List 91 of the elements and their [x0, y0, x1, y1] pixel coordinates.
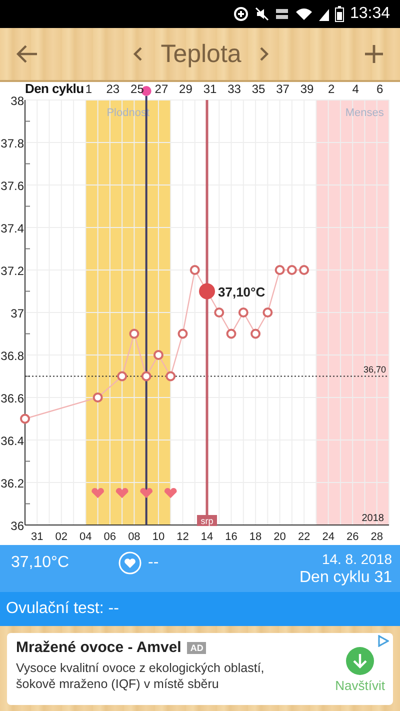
data-point	[214, 308, 224, 318]
x-tick-label: 10	[152, 531, 165, 543]
date-label: 14. 8. 2018	[322, 551, 392, 567]
x-tick-label: 08	[128, 531, 140, 543]
data-point	[299, 265, 310, 275]
download-icon	[346, 647, 374, 675]
band-label: Menses	[345, 107, 384, 119]
data-point	[226, 328, 236, 339]
data-point	[274, 265, 285, 275]
data-point	[117, 371, 128, 382]
heart-icon	[92, 488, 104, 498]
x-tick-label: 26	[346, 531, 359, 543]
data-point	[286, 265, 297, 275]
signal-icon	[318, 7, 329, 21]
y-tick-label: 37.8	[0, 136, 24, 150]
heart-icon	[140, 488, 152, 498]
chevron-right-icon	[259, 46, 270, 62]
plus-icon	[364, 44, 384, 64]
cycle-day-label: 23	[106, 82, 120, 96]
y-tick-label: 37.2	[0, 264, 24, 278]
ref-line-label: srp	[200, 516, 214, 526]
x-tick-label: 02	[55, 531, 68, 543]
y-tick-label: 37.6	[0, 179, 24, 193]
x-tick-label: 24	[322, 531, 334, 543]
intercourse-value: --	[148, 554, 159, 572]
x-tick-label: 14	[200, 531, 214, 543]
y-tick-label: 36.4	[0, 434, 24, 448]
selected-value: 37,10°C	[218, 284, 266, 300]
cycle-day-label: 1	[85, 82, 92, 96]
ad-card[interactable]: Mražené ovoce - Amvel AD Vysoce kvalitní ovoce z ekologických oblastí, šokově mraženo (IQF) v místě sběru Navštívit	[7, 633, 393, 705]
temperature-value: 37,10°C	[11, 554, 70, 572]
y-tick-label: 37	[10, 306, 24, 320]
x-tick-label: 16	[225, 531, 238, 543]
cycle-day-label: 2	[328, 82, 335, 96]
data-point	[238, 308, 248, 318]
y-tick-label: 36	[10, 519, 24, 533]
mute-icon	[254, 7, 269, 21]
data-point	[141, 371, 152, 382]
battery-icon	[334, 6, 344, 22]
x-tick-label: 04	[80, 531, 92, 543]
y-tick-label: 36.8	[0, 349, 24, 363]
wifi-icon	[294, 7, 313, 21]
data-point	[92, 392, 103, 402]
ovulation-test: Ovulační test: --	[6, 600, 119, 618]
cycle-day-label: 25	[130, 82, 144, 96]
x-tick-label: 31	[31, 531, 44, 543]
cycle-day-label: 29	[179, 82, 192, 96]
selected-point	[199, 283, 215, 300]
data-point	[178, 328, 188, 339]
chevron-left-icon	[132, 46, 143, 62]
cycle-day-label: 37	[276, 82, 290, 96]
data-point	[166, 371, 176, 382]
cycle-day-label: 33	[228, 82, 241, 96]
sync-icon	[232, 6, 249, 22]
x-tick-label: 28	[370, 531, 383, 543]
heart-icon	[164, 488, 177, 498]
y-tick-label: 36.2	[0, 476, 24, 490]
month-badge: srp	[197, 515, 217, 526]
x-tick-label: 18	[249, 531, 262, 543]
ad-title: Mražené ovoce - Amvel	[16, 639, 182, 656]
lte-icon	[274, 7, 289, 21]
cycle-day-label: 6	[376, 82, 384, 96]
screen-title: Teplota	[160, 40, 242, 68]
y-tick-label: 36.6	[0, 392, 24, 406]
x-tick-label: 22	[298, 531, 310, 543]
data-point	[250, 328, 261, 339]
cycle-axis-title: Den cyklu	[25, 82, 84, 96]
cycle-day-label: 27	[154, 82, 168, 96]
cycle-day: Den cyklu 31	[300, 569, 392, 587]
clock: 13:34	[350, 5, 390, 23]
data-point	[20, 414, 30, 424]
data-point	[153, 350, 164, 360]
year-label: 2018	[362, 513, 384, 524]
data-point	[190, 265, 200, 275]
ad-choices-icon[interactable]	[377, 635, 389, 647]
back-arrow-icon	[16, 44, 38, 64]
y-tick-label: 38	[10, 94, 24, 108]
y-tick-label: 37.4	[0, 222, 24, 236]
heart-icon	[116, 488, 128, 498]
ad-text: Vysoce kvalitní ovoce z ekologických oblastí, šokově mraženo (IQF) v místě sběru	[16, 660, 266, 692]
cycle-day-label: 35	[252, 82, 266, 96]
ad-badge: AD	[187, 642, 206, 654]
cycle-day-label: 39	[300, 82, 314, 96]
x-tick-label: 12	[176, 531, 189, 543]
data-point	[262, 308, 273, 318]
data-point	[129, 328, 140, 339]
cycle-day-label: 4	[352, 82, 359, 96]
coverline-value: 36,70	[363, 364, 386, 374]
x-tick-label: 06	[104, 531, 116, 543]
cycle-day-label: 31	[203, 82, 217, 96]
x-tick-label: 20	[274, 531, 286, 543]
